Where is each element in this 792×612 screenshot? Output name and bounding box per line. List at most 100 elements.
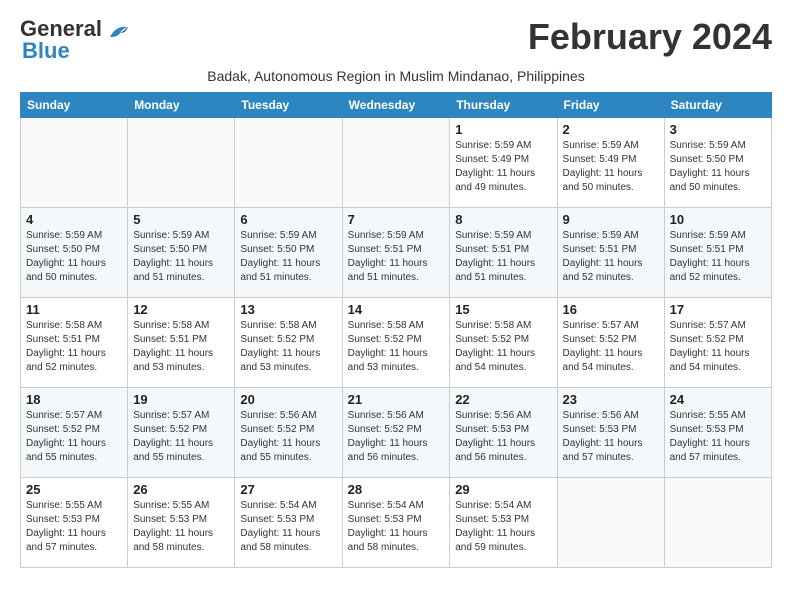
day-info: Sunrise: 5:54 AM Sunset: 5:53 PM Dayligh… (455, 499, 551, 555)
day-number: 10 (670, 212, 766, 227)
day-number: 27 (240, 482, 336, 497)
day-info: Sunrise: 5:56 AM Sunset: 5:52 PM Dayligh… (240, 409, 336, 465)
calendar-cell (21, 118, 128, 208)
calendar-cell: 7 Sunrise: 5:59 AM Sunset: 5:51 PM Daylig… (342, 208, 450, 298)
day-number: 11 (26, 302, 122, 317)
weekday-header-sunday: Sunday (21, 93, 128, 118)
day-number: 2 (563, 122, 659, 137)
day-number: 18 (26, 392, 122, 407)
day-info: Sunrise: 5:55 AM Sunset: 5:53 PM Dayligh… (26, 499, 122, 555)
calendar-cell: 29 Sunrise: 5:54 AM Sunset: 5:53 PM Dayli… (450, 478, 557, 568)
day-number: 7 (348, 212, 445, 227)
calendar-cell: 25Sunrise: 5:55 AM Sunset: 5:53 PM Dayli… (21, 478, 128, 568)
calendar-table: SundayMondayTuesdayWednesdayThursdayFrid… (20, 92, 772, 568)
day-number: 21 (348, 392, 445, 407)
day-info: Sunrise: 5:57 AM Sunset: 5:52 PM Dayligh… (133, 409, 229, 465)
day-info: Sunrise: 5:59 AM Sunset: 5:51 PM Dayligh… (455, 229, 551, 285)
day-number: 15 (455, 302, 551, 317)
calendar-cell: 19 Sunrise: 5:57 AM Sunset: 5:52 PM Dayli… (128, 388, 235, 478)
logo-blue-text: Blue (20, 38, 70, 64)
day-number: 9 (563, 212, 659, 227)
weekday-header-friday: Friday (557, 93, 664, 118)
header: General Blue February 2024 (20, 16, 772, 64)
day-info: Sunrise: 5:56 AM Sunset: 5:53 PM Dayligh… (563, 409, 659, 465)
weekday-header-monday: Monday (128, 93, 235, 118)
day-number: 3 (670, 122, 766, 137)
day-number: 26 (133, 482, 229, 497)
weekday-header-wednesday: Wednesday (342, 93, 450, 118)
subtitle: Badak, Autonomous Region in Muslim Minda… (20, 68, 772, 84)
calendar-cell: 21 Sunrise: 5:56 AM Sunset: 5:52 PM Dayli… (342, 388, 450, 478)
day-number: 6 (240, 212, 336, 227)
day-info: Sunrise: 5:54 AM Sunset: 5:53 PM Dayligh… (240, 499, 336, 555)
day-info: Sunrise: 5:58 AM Sunset: 5:52 PM Dayligh… (240, 319, 336, 375)
calendar-cell (342, 118, 450, 208)
calendar-cell: 5 Sunrise: 5:59 AM Sunset: 5:50 PM Daylig… (128, 208, 235, 298)
day-number: 17 (670, 302, 766, 317)
day-number: 12 (133, 302, 229, 317)
day-number: 14 (348, 302, 445, 317)
weekday-header-tuesday: Tuesday (235, 93, 342, 118)
day-info: Sunrise: 5:59 AM Sunset: 5:50 PM Dayligh… (670, 139, 766, 195)
calendar-cell: 10 Sunrise: 5:59 AM Sunset: 5:51 PM Dayli… (664, 208, 771, 298)
day-number: 20 (240, 392, 336, 407)
month-year-title: February 2024 (528, 16, 772, 58)
calendar-cell: 15 Sunrise: 5:58 AM Sunset: 5:52 PM Dayli… (450, 298, 557, 388)
calendar-cell: 6 Sunrise: 5:59 AM Sunset: 5:50 PM Daylig… (235, 208, 342, 298)
day-info: Sunrise: 5:59 AM Sunset: 5:50 PM Dayligh… (240, 229, 336, 285)
day-info: Sunrise: 5:57 AM Sunset: 5:52 PM Dayligh… (670, 319, 766, 375)
day-info: Sunrise: 5:59 AM Sunset: 5:51 PM Dayligh… (670, 229, 766, 285)
calendar-cell (664, 478, 771, 568)
day-number: 5 (133, 212, 229, 227)
day-info: Sunrise: 5:55 AM Sunset: 5:53 PM Dayligh… (670, 409, 766, 465)
day-number: 16 (563, 302, 659, 317)
logo: General Blue (20, 16, 130, 64)
calendar-cell: 20 Sunrise: 5:56 AM Sunset: 5:52 PM Dayli… (235, 388, 342, 478)
day-number: 29 (455, 482, 551, 497)
day-number: 22 (455, 392, 551, 407)
day-info: Sunrise: 5:59 AM Sunset: 5:50 PM Dayligh… (26, 229, 122, 285)
calendar-cell: 23 Sunrise: 5:56 AM Sunset: 5:53 PM Dayli… (557, 388, 664, 478)
day-info: Sunrise: 5:57 AM Sunset: 5:52 PM Dayligh… (26, 409, 122, 465)
calendar-cell: 18 Sunrise: 5:57 AM Sunset: 5:52 PM Dayli… (21, 388, 128, 478)
day-info: Sunrise: 5:59 AM Sunset: 5:51 PM Dayligh… (563, 229, 659, 285)
day-info: Sunrise: 5:58 AM Sunset: 5:51 PM Dayligh… (26, 319, 122, 375)
day-number: 23 (563, 392, 659, 407)
day-number: 13 (240, 302, 336, 317)
calendar-cell: 24 Sunrise: 5:55 AM Sunset: 5:53 PM Dayli… (664, 388, 771, 478)
day-info: Sunrise: 5:54 AM Sunset: 5:53 PM Dayligh… (348, 499, 445, 555)
day-info: Sunrise: 5:55 AM Sunset: 5:53 PM Dayligh… (133, 499, 229, 555)
day-number: 1 (455, 122, 551, 137)
calendar-cell: 14 Sunrise: 5:58 AM Sunset: 5:52 PM Dayli… (342, 298, 450, 388)
calendar-cell: 12 Sunrise: 5:58 AM Sunset: 5:51 PM Dayli… (128, 298, 235, 388)
calendar-cell: 13 Sunrise: 5:58 AM Sunset: 5:52 PM Dayli… (235, 298, 342, 388)
day-number: 19 (133, 392, 229, 407)
day-info: Sunrise: 5:59 AM Sunset: 5:49 PM Dayligh… (455, 139, 551, 195)
calendar-cell: 3 Sunrise: 5:59 AM Sunset: 5:50 PM Daylig… (664, 118, 771, 208)
calendar-cell (557, 478, 664, 568)
calendar-cell: 9 Sunrise: 5:59 AM Sunset: 5:51 PM Daylig… (557, 208, 664, 298)
day-info: Sunrise: 5:58 AM Sunset: 5:52 PM Dayligh… (455, 319, 551, 375)
day-info: Sunrise: 5:58 AM Sunset: 5:52 PM Dayligh… (348, 319, 445, 375)
day-number: 8 (455, 212, 551, 227)
calendar-cell: 11 Sunrise: 5:58 AM Sunset: 5:51 PM Dayli… (21, 298, 128, 388)
calendar-cell: 1 Sunrise: 5:59 AM Sunset: 5:49 PM Daylig… (450, 118, 557, 208)
day-number: 24 (670, 392, 766, 407)
day-info: Sunrise: 5:56 AM Sunset: 5:52 PM Dayligh… (348, 409, 445, 465)
day-info: Sunrise: 5:59 AM Sunset: 5:50 PM Dayligh… (133, 229, 229, 285)
day-info: Sunrise: 5:57 AM Sunset: 5:52 PM Dayligh… (563, 319, 659, 375)
day-number: 4 (26, 212, 122, 227)
weekday-header-thursday: Thursday (450, 93, 557, 118)
calendar-cell (128, 118, 235, 208)
day-info: Sunrise: 5:58 AM Sunset: 5:51 PM Dayligh… (133, 319, 229, 375)
day-info: Sunrise: 5:59 AM Sunset: 5:49 PM Dayligh… (563, 139, 659, 195)
calendar-cell: 17 Sunrise: 5:57 AM Sunset: 5:52 PM Dayli… (664, 298, 771, 388)
calendar-cell: 2 Sunrise: 5:59 AM Sunset: 5:49 PM Daylig… (557, 118, 664, 208)
calendar-cell: 28 Sunrise: 5:54 AM Sunset: 5:53 PM Dayli… (342, 478, 450, 568)
calendar-cell: 16 Sunrise: 5:57 AM Sunset: 5:52 PM Dayli… (557, 298, 664, 388)
calendar-cell: 22Sunrise: 5:56 AM Sunset: 5:53 PM Dayli… (450, 388, 557, 478)
day-number: 28 (348, 482, 445, 497)
calendar-cell (235, 118, 342, 208)
day-info: Sunrise: 5:59 AM Sunset: 5:51 PM Dayligh… (348, 229, 445, 285)
bird-icon (108, 23, 130, 41)
